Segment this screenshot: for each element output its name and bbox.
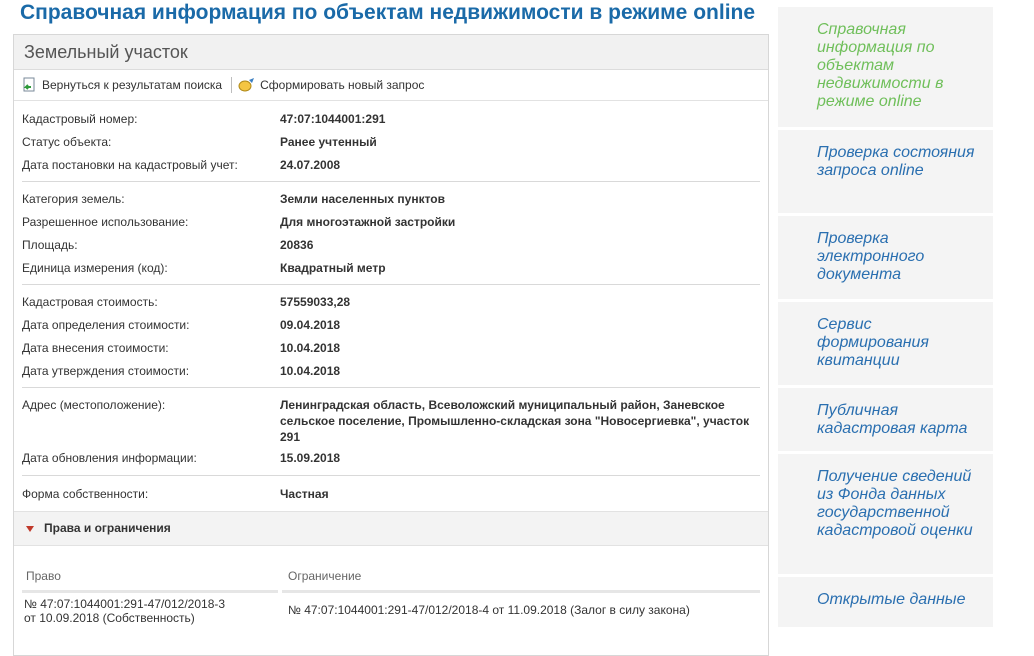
section-divider xyxy=(22,387,760,388)
detail-label: Единица измерения (код): xyxy=(22,261,168,275)
column-header-right: Право xyxy=(26,569,61,583)
detail-label: Дата внесения стоимости: xyxy=(22,341,169,355)
back-to-results-label: Вернуться к результатам поиска xyxy=(42,78,223,92)
column-header-restriction: Ограничение xyxy=(288,569,362,583)
detail-value: 57559033,28 xyxy=(280,295,351,309)
sidebar-item-online-reference[interactable]: Справочная информация по объектам недвиж… xyxy=(778,7,993,130)
rights-cell-restriction: № 47:07:1044001:291-47/012/2018-4 от 11.… xyxy=(288,603,690,617)
sidebar-item-cadastral-map[interactable]: Публичная кадастровая карта xyxy=(778,388,993,454)
sidebar-item-receipt-service[interactable]: Сервис формирования квитанции xyxy=(778,302,993,388)
column-underline xyxy=(22,590,278,593)
detail-label: Кадастровый номер: xyxy=(22,112,138,126)
detail-label: Адрес (местоположение): xyxy=(22,398,166,412)
detail-value: Квадратный метр xyxy=(280,261,386,275)
triangle-down-icon xyxy=(26,526,34,532)
detail-value: 10.04.2018 xyxy=(280,364,341,378)
sidebar-item-valuation-fund[interactable]: Получение сведений из Фонда данных госуд… xyxy=(778,454,993,577)
column-underline xyxy=(282,590,760,593)
detail-value: 24.07.2008 xyxy=(280,158,341,172)
sidebar-item-document-check[interactable]: Проверка электронного документа xyxy=(778,216,993,302)
sidebar-item-label: Проверка состояния запроса online xyxy=(817,144,975,179)
detail-value: Для многоэтажной застройки xyxy=(280,215,456,229)
detail-label: Категория земель: xyxy=(22,192,125,206)
section-divider xyxy=(22,475,760,476)
back-arrow-icon xyxy=(23,77,35,92)
page-title: Справочная информация по объектам недвиж… xyxy=(20,1,756,24)
detail-label: Дата обновления информации: xyxy=(22,451,197,465)
section-divider xyxy=(22,181,760,182)
detail-label: Площадь: xyxy=(22,238,78,252)
detail-label: Статус объекта: xyxy=(22,135,112,149)
detail-value: 15.09.2018 xyxy=(280,451,341,465)
detail-value: Земли населенных пунктов xyxy=(280,192,446,206)
new-request-label: Сформировать новый запрос xyxy=(260,78,425,92)
detail-value: 10.04.2018 xyxy=(280,341,341,355)
new-request-icon xyxy=(238,78,255,92)
section-divider xyxy=(22,284,760,285)
rights-section-toggle[interactable]: Права и ограничения xyxy=(14,511,768,546)
detail-label: Дата утверждения стоимости: xyxy=(22,364,190,378)
toolbar: Вернуться к результатам поиска Сформиров… xyxy=(14,70,768,101)
detail-value: 09.04.2018 xyxy=(280,318,341,332)
toolbar-separator xyxy=(231,77,233,93)
new-request-button[interactable]: Сформировать новый запрос xyxy=(238,77,424,93)
detail-label: Дата определения стоимости: xyxy=(22,318,190,332)
sidebar-item-open-data[interactable]: Открытые данные xyxy=(778,577,993,630)
detail-value: Частная xyxy=(280,487,329,501)
detail-label: Кадастровая стоимость: xyxy=(22,295,158,309)
detail-value: Ранее учтенный xyxy=(280,135,377,149)
detail-label: Форма собственности: xyxy=(22,487,149,501)
sidebar-item-label: Проверка электронного документа xyxy=(817,230,925,283)
detail-value: 20836 xyxy=(280,238,314,252)
detail-label: Дата постановки на кадастровый учет: xyxy=(22,158,238,172)
detail-value: Ленинградская область, Всеволожский муни… xyxy=(280,398,750,444)
sidebar-item-label: Справочная информация по объектам недвиж… xyxy=(817,21,944,110)
detail-value: 47:07:1044001:291 xyxy=(280,112,386,126)
sidebar-item-request-status[interactable]: Проверка состояния запроса online xyxy=(778,130,993,216)
sidebar-item-label: Сервис формирования квитанции xyxy=(817,316,929,369)
back-to-results-button[interactable]: Вернуться к результатам поиска xyxy=(22,77,222,93)
sidebar-item-label: Публичная кадастровая карта xyxy=(817,402,968,437)
object-info-panel: Земельный участок Вернуться к результата… xyxy=(13,34,769,656)
panel-title: Земельный участок xyxy=(14,35,768,70)
rights-section-title: Права и ограничения xyxy=(44,521,171,535)
rights-cell-right: № 47:07:1044001:291-47/012/2018-3 от 10.… xyxy=(24,597,226,625)
sidebar-item-label: Открытые данные xyxy=(817,591,966,608)
sidebar-item-label: Получение сведений из Фонда данных госуд… xyxy=(817,468,973,539)
detail-label: Разрешенное использование: xyxy=(22,215,189,229)
